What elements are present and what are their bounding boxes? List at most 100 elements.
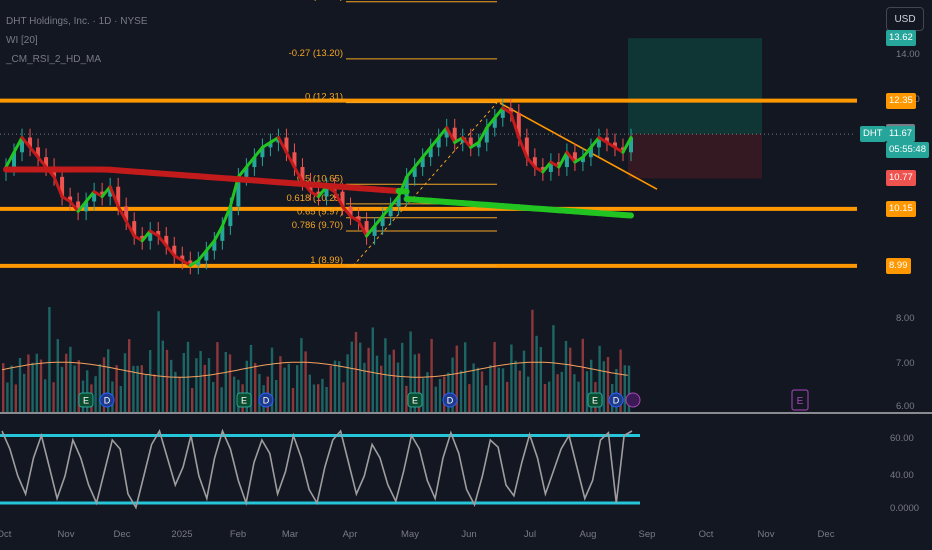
volume-bar-37 bbox=[157, 311, 160, 412]
volume-bar-134 bbox=[564, 340, 568, 412]
volume-bar-12 bbox=[52, 382, 55, 412]
volume-bar-60 bbox=[254, 362, 257, 412]
rsi-y-tick-1: 40.00 bbox=[890, 470, 914, 481]
chart-area[interactable]: -0.62 (14.36)-0.27 (13.20)0 (12.31)0.5 (… bbox=[0, 0, 932, 550]
volume-bar-128 bbox=[539, 347, 542, 412]
volume-bar-0 bbox=[2, 363, 5, 412]
symbol-title[interactable]: DHT Holdings, Inc. · 1D · NYSE bbox=[6, 12, 148, 31]
volume-bar-72 bbox=[304, 351, 307, 412]
volume-bar-123 bbox=[518, 370, 521, 412]
volume-bar-74 bbox=[312, 384, 316, 412]
event-marker-label-2: E bbox=[241, 396, 247, 406]
price-tag-6: 8.99 bbox=[886, 257, 911, 274]
volume-bar-22 bbox=[94, 376, 97, 412]
slow-ma-segment-78 bbox=[619, 211, 634, 219]
bar-countdown: 05:55:48 bbox=[886, 142, 929, 159]
future-earnings-label: E bbox=[797, 396, 804, 407]
volume-bar-61 bbox=[258, 374, 261, 412]
x-tick-6: Apr bbox=[343, 529, 358, 540]
volume-bar-139 bbox=[585, 371, 589, 412]
chart-canvas[interactable]: -0.62 (14.36)-0.27 (13.20)0 (12.31)0.5 (… bbox=[0, 0, 932, 550]
price-tag-3: 11.67 bbox=[886, 126, 916, 143]
fib-label-5: 0.65 (9.97) bbox=[297, 207, 343, 218]
volume-bar-48 bbox=[203, 364, 206, 412]
volume-bar-33 bbox=[140, 365, 143, 412]
event-marker-label-6: E bbox=[592, 396, 598, 406]
volume-bar-54 bbox=[228, 354, 232, 412]
volume-bar-47 bbox=[199, 350, 202, 412]
volume-bar-126 bbox=[531, 309, 534, 412]
volume-bar-28 bbox=[119, 386, 122, 412]
x-tick-1: Nov bbox=[58, 529, 75, 540]
volume-bar-67 bbox=[283, 367, 286, 412]
slow-ma-segment-50 bbox=[395, 188, 410, 195]
volume-bar-92 bbox=[388, 354, 391, 412]
volume-bar-30 bbox=[128, 339, 131, 412]
volume-bar-94 bbox=[396, 362, 400, 412]
currency-button[interactable]: USD bbox=[886, 7, 924, 31]
volume-bar-36 bbox=[153, 374, 156, 412]
volume-bar-111 bbox=[468, 384, 471, 412]
volume-bar-143 bbox=[602, 361, 605, 412]
x-tick-3: 2025 bbox=[171, 529, 192, 540]
volume-bar-85 bbox=[359, 342, 362, 412]
volume-bar-88 bbox=[371, 327, 374, 412]
volume-bar-135 bbox=[569, 347, 572, 412]
volume-bar-5 bbox=[23, 373, 26, 412]
volume-bar-42 bbox=[178, 377, 181, 412]
y-tick-2: 8.00 bbox=[896, 313, 915, 324]
volume-bar-71 bbox=[300, 338, 303, 412]
volume-bar-115 bbox=[485, 385, 488, 412]
volume-bar-46 bbox=[195, 358, 198, 412]
price-tag-5: 10.15 bbox=[886, 200, 916, 217]
volume-bar-90 bbox=[380, 365, 383, 412]
volume-bar-124 bbox=[522, 350, 526, 412]
volume-bar-45 bbox=[191, 388, 194, 412]
volume-bar-14 bbox=[60, 366, 64, 412]
volume-bar-78 bbox=[329, 365, 332, 412]
event-marker-label-5: D bbox=[447, 396, 454, 406]
volume-bar-35 bbox=[149, 350, 152, 412]
volume-bar-119 bbox=[501, 368, 505, 412]
volume-bar-114 bbox=[480, 371, 484, 412]
volume-bar-129 bbox=[543, 384, 547, 412]
event-marker-label-1: D bbox=[104, 396, 111, 406]
volume-bar-43 bbox=[182, 353, 185, 412]
volume-bar-127 bbox=[535, 335, 538, 412]
volume-bar-39 bbox=[165, 349, 169, 412]
x-tick-14: Dec bbox=[818, 529, 835, 540]
volume-bar-87 bbox=[367, 347, 370, 412]
volume-bar-117 bbox=[493, 341, 496, 412]
price-tag-4: 10.77 bbox=[886, 170, 916, 187]
volume-bar-8 bbox=[35, 353, 38, 412]
x-tick-10: Aug bbox=[580, 529, 597, 540]
volume-bar-125 bbox=[527, 376, 530, 412]
volume-bar-137 bbox=[577, 381, 580, 412]
event-marker-label-4: E bbox=[412, 396, 418, 406]
fib-label-2: 0 (12.31) bbox=[305, 92, 343, 103]
indicator-rsi-ma-label[interactable]: _CM_RSI_2_HD_MA bbox=[6, 50, 148, 69]
volume-bar-138 bbox=[581, 338, 584, 412]
volume-bar-69 bbox=[291, 388, 295, 412]
indicator-wi-label[interactable]: WI [20] bbox=[6, 31, 148, 50]
volume-bar-1 bbox=[6, 382, 9, 412]
x-tick-12: Oct bbox=[699, 529, 714, 540]
volume-bar-34 bbox=[144, 374, 148, 412]
volume-bar-80 bbox=[338, 361, 341, 412]
y-tick-0: 14.00 bbox=[896, 49, 920, 60]
volume-bar-66 bbox=[279, 356, 282, 412]
volume-bar-110 bbox=[464, 342, 467, 412]
legend: DHT Holdings, Inc. · 1D · NYSE WI [20] _… bbox=[6, 12, 148, 69]
volume-bar-68 bbox=[287, 363, 290, 412]
rsi-y-tick-2: 0.0000 bbox=[890, 503, 919, 514]
volume-bar-52 bbox=[220, 387, 223, 412]
volume-bar-116 bbox=[489, 364, 492, 412]
volume-bar-113 bbox=[476, 367, 479, 412]
volume-bar-11 bbox=[48, 307, 51, 412]
volume-bar-53 bbox=[224, 351, 227, 412]
volume-bar-9 bbox=[39, 359, 43, 412]
volume-bar-73 bbox=[308, 374, 311, 412]
volume-bar-77 bbox=[325, 386, 328, 412]
event-marker-label-0: E bbox=[83, 396, 89, 406]
volume-bar-27 bbox=[115, 365, 118, 412]
